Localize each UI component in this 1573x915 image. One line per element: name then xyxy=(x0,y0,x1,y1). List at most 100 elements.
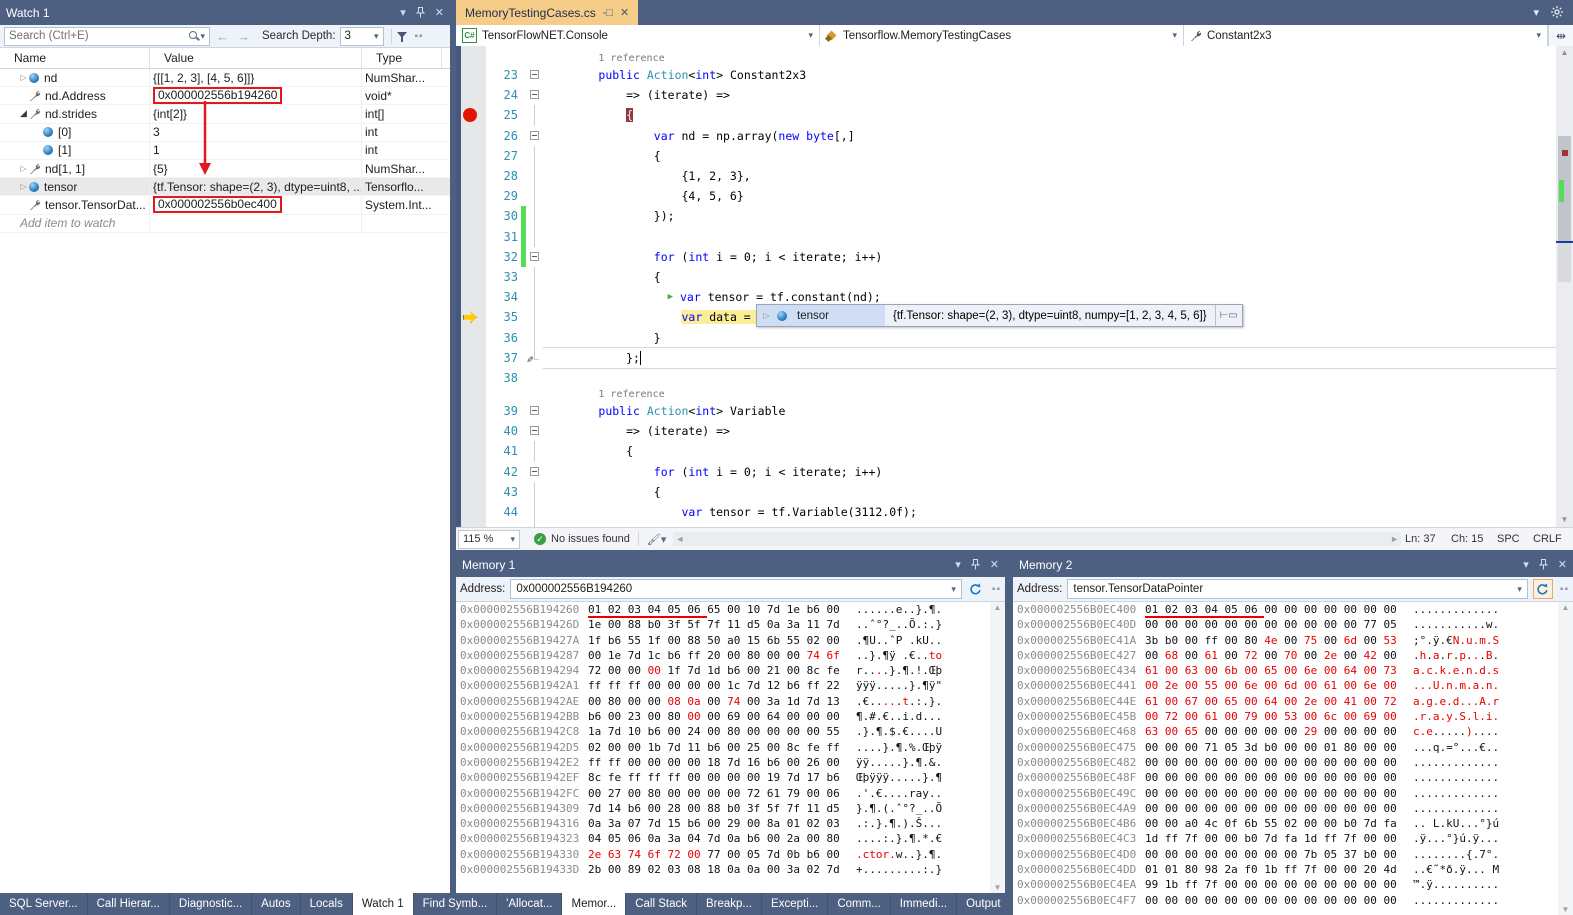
code-text[interactable]: }); xyxy=(543,206,1556,226)
health-check-icon[interactable]: ✓ xyxy=(534,533,546,545)
fold-margin[interactable] xyxy=(527,462,543,482)
code-line[interactable]: 38 xyxy=(456,368,1556,388)
code-text[interactable] xyxy=(543,368,1556,388)
memory-row[interactable]: 0x000002556B0EC4D000 00 00 00 00 00 00 0… xyxy=(1013,847,1573,862)
watch-row[interactable]: ▷tensor{tf.Tensor: shape=(2, 3), dtype=u… xyxy=(0,178,450,196)
bottom-tab-call-stack[interactable]: Call Stack xyxy=(626,893,697,915)
scroll-down-icon[interactable]: ▼ xyxy=(1556,513,1573,527)
zoom-select[interactable]: 115 % ▾ xyxy=(458,530,520,549)
glyph-cell[interactable] xyxy=(456,502,486,522)
pin-icon[interactable]: -□ xyxy=(603,7,613,19)
code-text[interactable]: for (int i = 0; i < iterate; i++) xyxy=(543,462,1556,482)
memory-row[interactable]: 0x000002556B0EC49C00 00 00 00 00 00 00 0… xyxy=(1013,786,1573,801)
issues-status[interactable]: No issues found xyxy=(551,533,630,545)
search-forward-icon[interactable]: → xyxy=(235,29,252,44)
memory-row[interactable]: 0x000002556B0EC43461 00 63 00 6b 00 65 0… xyxy=(1013,663,1573,678)
code-line[interactable]: 43 { xyxy=(456,482,1556,502)
line-number[interactable]: 23 xyxy=(486,68,520,82)
chevron-down-icon[interactable]: ▾ xyxy=(1533,6,1539,19)
memory-row[interactable]: 0x000002556B0EC4C31d ff 7f 00 00 b0 7d f… xyxy=(1013,831,1573,846)
bottom-tab-excepti[interactable]: Excepti... xyxy=(762,893,828,915)
fold-margin[interactable] xyxy=(527,247,543,267)
codelens-text[interactable]: 1 reference xyxy=(543,52,1556,65)
memory1-hex-view[interactable]: 0x000002556B19426001 02 03 04 05 06 65 0… xyxy=(456,602,1005,893)
scroll-right-icon[interactable]: ► xyxy=(1390,532,1399,546)
glyph-cell[interactable] xyxy=(456,287,486,307)
glyph-cell[interactable] xyxy=(456,206,486,226)
memory-row[interactable]: 0x000002556B0EC45B00 72 00 61 00 79 00 5… xyxy=(1013,709,1573,724)
toolbar-overflow-icon[interactable]: ▪▪ xyxy=(415,31,424,42)
split-editor-button[interactable]: ⇹ xyxy=(1548,25,1573,46)
code-text[interactable]: }; xyxy=(543,347,1556,369)
toolbar-overflow-icon[interactable]: ▪▪ xyxy=(1560,584,1569,595)
code-line[interactable]: 27 { xyxy=(456,146,1556,166)
memory-row[interactable]: 0x000002556B1942FC00 27 00 80 00 00 00 0… xyxy=(456,786,1005,801)
memory-row[interactable]: 0x000002556B0EC4EA99 1b ff 7f 00 00 00 0… xyxy=(1013,877,1573,892)
bottom-tab-comm[interactable]: Comm... xyxy=(828,893,890,915)
glyph-cell[interactable] xyxy=(456,441,486,461)
code-text[interactable]: { xyxy=(543,441,1556,461)
window-position-icon[interactable]: ▾ xyxy=(955,558,961,571)
code-line[interactable]: 33 { xyxy=(456,267,1556,287)
memory2-address-input[interactable]: tensor.TensorDataPointer ▾ xyxy=(1067,579,1528,599)
memory-row[interactable]: 0x000002556B0EC44E61 00 67 00 65 00 64 0… xyxy=(1013,694,1573,709)
memory-row[interactable]: 0x000002556B0EC48F00 00 00 00 00 00 00 0… xyxy=(1013,770,1573,785)
memory-row[interactable]: 0x000002556B0EC47500 00 00 71 05 3d b0 0… xyxy=(1013,740,1573,755)
glyph-cell[interactable] xyxy=(456,327,486,347)
window-position-icon[interactable]: ▾ xyxy=(1523,558,1529,571)
close-icon[interactable]: ✕ xyxy=(1558,558,1567,571)
code-line[interactable]: 25 { xyxy=(456,105,1556,125)
bottom-tab-watch-1[interactable]: Watch 1 xyxy=(353,893,414,915)
glyph-cell[interactable] xyxy=(456,247,486,267)
memory-row[interactable]: 0x000002556B1942BBb6 00 23 00 80 00 00 6… xyxy=(456,709,1005,724)
code-text[interactable]: { xyxy=(543,267,1556,287)
search-depth-select[interactable]: 3 ▾ xyxy=(340,27,384,46)
memory-row[interactable]: 0x000002556B1943097d 14 b6 00 28 00 88 b… xyxy=(456,801,1005,816)
memory-row[interactable]: 0x000002556B0EC4B600 00 a0 4c 0f 6b 55 0… xyxy=(1013,816,1573,831)
line-number[interactable]: 30 xyxy=(486,209,520,223)
code-text[interactable]: var tensor = tf.Variable(3112.0f); xyxy=(543,502,1556,522)
code-line[interactable]: 31 xyxy=(456,227,1556,247)
line-number[interactable]: 27 xyxy=(486,149,520,163)
memory-row[interactable]: 0x000002556B0EC46863 00 65 00 00 00 00 0… xyxy=(1013,724,1573,739)
glyph-cell[interactable] xyxy=(456,421,486,441)
scroll-up-icon[interactable]: ▲ xyxy=(1558,603,1573,612)
bottom-tab-locals[interactable]: Locals xyxy=(301,893,353,915)
bottom-tab-sql-server[interactable]: SQL Server... xyxy=(0,893,88,915)
code-line[interactable]: 29 {4, 5, 6} xyxy=(456,186,1556,206)
code-text[interactable]: => (iterate) => xyxy=(543,421,1556,441)
pin-icon[interactable] xyxy=(971,559,980,570)
line-number[interactable]: 31 xyxy=(486,230,520,244)
glyph-cell[interactable] xyxy=(456,105,486,125)
watch-row[interactable]: nd.Address0x000002556b194260void* xyxy=(0,87,450,105)
code-line[interactable]: 44 var tensor = tf.Variable(3112.0f); xyxy=(456,502,1556,522)
codelens-text[interactable]: 1 reference xyxy=(543,388,1556,401)
column-header-name[interactable]: Name xyxy=(0,48,150,68)
search-icon[interactable] xyxy=(188,30,200,42)
glyph-cell[interactable] xyxy=(456,267,486,287)
code-line[interactable]: 24 => (iterate) => xyxy=(456,85,1556,105)
code-line[interactable]: 30 }); xyxy=(456,206,1556,226)
watch-row[interactable]: tensor.TensorDat...0x000002556b0ec400Sys… xyxy=(0,196,450,214)
scroll-up-icon[interactable]: ▲ xyxy=(1556,46,1573,60)
watch-row[interactable]: ◢nd.strides{int[2]}int[] xyxy=(0,105,450,123)
glyph-cell[interactable] xyxy=(456,126,486,146)
line-number[interactable]: 26 xyxy=(486,129,520,143)
code-line[interactable]: 37✎ }; xyxy=(456,348,1556,368)
memory-row[interactable]: 0x000002556B1942A1ff ff ff 00 00 00 00 1… xyxy=(456,678,1005,693)
memory2-scrollbar[interactable]: ▲ ▼ xyxy=(1558,602,1573,915)
memory-row[interactable]: 0x000002556B1942EF8c fe ff ff ff 00 00 0… xyxy=(456,770,1005,785)
fold-margin[interactable] xyxy=(527,401,543,421)
refresh-icon[interactable] xyxy=(1533,579,1553,599)
fold-collapse-icon[interactable] xyxy=(530,467,539,476)
chevron-down-icon[interactable]: ▾ xyxy=(1517,584,1522,595)
glyph-cell[interactable] xyxy=(456,462,486,482)
line-number[interactable]: 40 xyxy=(486,424,520,438)
glyph-cell[interactable] xyxy=(456,166,486,186)
memory-row[interactable]: 0x000002556B0EC44100 2e 00 55 00 6e 00 6… xyxy=(1013,678,1573,693)
memory-row[interactable]: 0x000002556B19432304 05 06 0a 3a 04 7d 0… xyxy=(456,831,1005,846)
search-back-icon[interactable]: ← xyxy=(214,29,231,44)
glyph-cell[interactable] xyxy=(456,401,486,421)
memory-row[interactable]: 0x000002556B19429472 00 00 00 1f 7d 1d b… xyxy=(456,663,1005,678)
fold-margin[interactable] xyxy=(527,126,543,146)
